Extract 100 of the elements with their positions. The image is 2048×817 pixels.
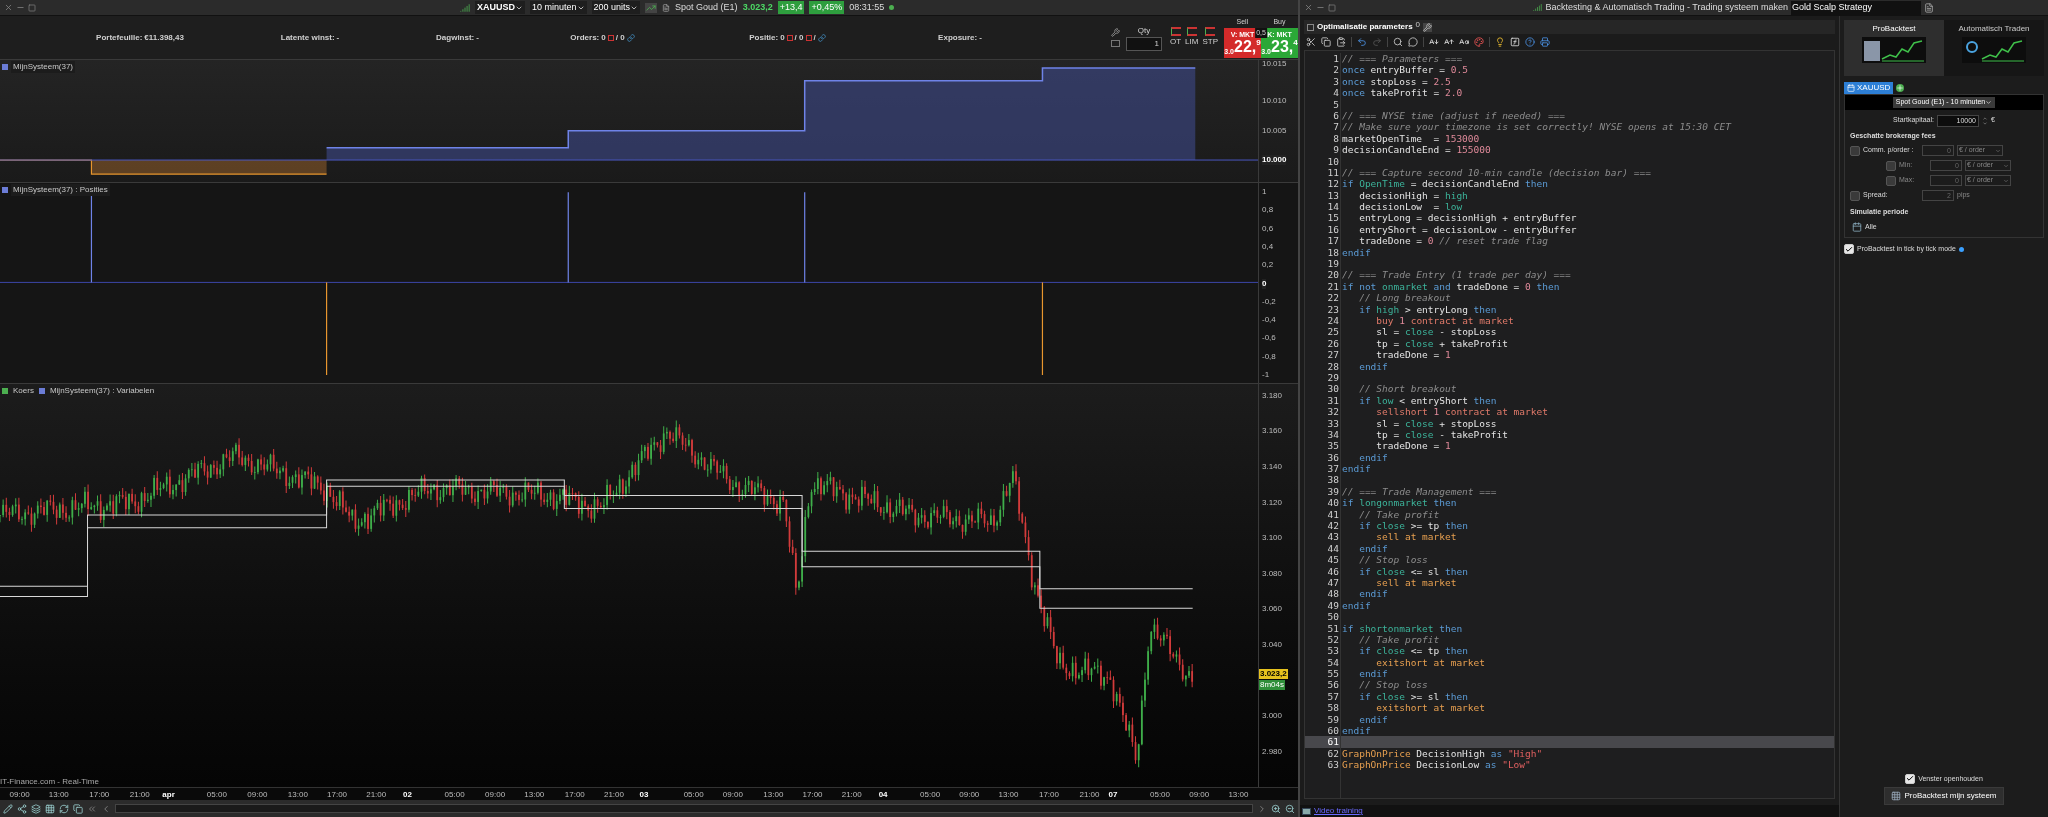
grid-icon[interactable] [45, 803, 55, 814]
caret-icon [1985, 98, 1993, 106]
speech-bubble-icon[interactable] [1408, 37, 1418, 47]
system-name-field[interactable]: Gold Scalp Strategy [1791, 0, 1921, 15]
account-label: Dagwinst: [436, 31, 475, 44]
line-number: 60 [1326, 725, 1340, 737]
countdown-tag: 8m04s [1259, 680, 1285, 691]
wrench-icon[interactable] [1111, 28, 1120, 37]
order-type-icon[interactable] [1186, 27, 1197, 36]
order-square-icon[interactable] [607, 34, 614, 41]
wrench-icon[interactable] [1423, 22, 1433, 32]
line-number: 23 [1326, 303, 1340, 315]
order-type-button[interactable]: LIM [1185, 36, 1199, 48]
document-icon[interactable] [662, 3, 671, 12]
lightbulb-icon[interactable] [1495, 37, 1505, 47]
line-number: 49 [1326, 599, 1340, 612]
close-icon[interactable] [4, 3, 13, 12]
color-wheel-icon[interactable] [1474, 37, 1484, 47]
code-line: tradeDone = 1 [1375, 440, 1452, 452]
video-training-link[interactable]: Video training [1314, 805, 1363, 817]
line-number: 4 [1332, 87, 1340, 99]
qty-field[interactable]: 1 [1126, 36, 1162, 51]
scissors-icon[interactable] [1306, 37, 1316, 47]
spinner-icon[interactable] [1981, 115, 1988, 126]
indicator-color-icon [38, 388, 45, 394]
undo-icon[interactable] [1357, 37, 1367, 47]
paste-icon[interactable] [1336, 37, 1346, 47]
code-line: // Stop loss [1358, 554, 1429, 566]
scroll-left-icon[interactable] [101, 803, 111, 814]
panel-label[interactable]: MijnSysteem(37) : Posities [11, 184, 110, 196]
axis-label: -1 [1262, 370, 1270, 380]
copy-icon[interactable] [73, 803, 83, 814]
collapse-icon[interactable] [1307, 23, 1314, 31]
zoom-in-icon[interactable] [1271, 803, 1281, 814]
chart-type-icon[interactable] [645, 2, 658, 13]
zoom-out-icon[interactable] [1285, 803, 1295, 814]
pencil-icon[interactable] [3, 803, 13, 814]
order-square-icon[interactable] [786, 34, 793, 41]
axis-label: 0,4 [1262, 242, 1274, 253]
timeframe-selector[interactable]: 10 minuten [530, 0, 587, 15]
units-selector[interactable]: 200 units [591, 0, 641, 15]
line-number: 40 [1326, 497, 1340, 509]
function-icon[interactable] [1510, 37, 1520, 47]
close-icon[interactable] [1304, 3, 1313, 12]
line-number: 29 [1326, 371, 1340, 384]
order-type-button[interactable]: OT [1170, 36, 1182, 48]
instrument-selector[interactable]: XAUUSD [475, 0, 525, 15]
font-smaller-icon[interactable] [1429, 37, 1439, 47]
copy-icon[interactable] [1321, 37, 1331, 47]
panel-tab[interactable]: ProBacktest [1844, 20, 1944, 76]
panel-toggle-icon[interactable] [1111, 40, 1120, 47]
chart-scrollbar[interactable] [115, 804, 1253, 813]
order-type-icon[interactable] [1170, 27, 1181, 36]
line-number: 16 [1326, 223, 1340, 236]
axis-label: 0,8 [1262, 205, 1274, 216]
line-number: 5 [1332, 98, 1340, 110]
panel-label[interactable]: MijnSysteem(37) [11, 61, 75, 73]
case-icon[interactable] [1459, 37, 1469, 47]
data-source-label: IT-Finance.com - Real-Time [0, 777, 99, 787]
axis-label: 3.000 [1262, 711, 1283, 722]
code-line: sell at market [1375, 531, 1458, 543]
link-icon[interactable] [817, 33, 826, 42]
panel-tab[interactable]: Automatisch Traden [1944, 20, 2044, 76]
code-line: decisionHigh = high [1358, 189, 1469, 202]
current-price-tag: 3.023,2 [1259, 669, 1288, 680]
signal-icon[interactable] [460, 2, 470, 13]
line-number: 41 [1326, 508, 1340, 520]
account-label: Latente winst: [280, 31, 335, 44]
checkbox[interactable] [1886, 160, 1896, 171]
help-icon[interactable] [1525, 37, 1535, 47]
share-icon[interactable] [17, 803, 27, 814]
checkbox[interactable] [1886, 175, 1896, 186]
link-icon[interactable] [626, 33, 635, 42]
order-type-button[interactable]: STP [1202, 36, 1218, 48]
maximize-icon[interactable] [1328, 3, 1336, 12]
code-line: once takeProfit = 2.0 [1341, 87, 1464, 99]
line-number: 61 [1305, 736, 1340, 748]
time-axis-label: 13:00 [763, 789, 784, 801]
scroll-start-icon[interactable] [87, 803, 97, 814]
line-number: 28 [1326, 360, 1340, 372]
add-icon[interactable] [1896, 84, 1905, 92]
line-number: 32 [1326, 406, 1340, 418]
search-icon[interactable] [1393, 37, 1403, 47]
code-line: GraphOnPrice DecisionHigh as "High" [1341, 747, 1544, 760]
printer-icon[interactable] [1540, 37, 1550, 47]
instrument-tab[interactable]: XAUUSD [1844, 82, 1894, 94]
order-type-icon[interactable] [1205, 27, 1216, 36]
order-square-icon[interactable] [805, 34, 812, 41]
checkbox[interactable] [1850, 190, 1860, 201]
refresh-icon[interactable] [59, 803, 69, 814]
panel-label[interactable]: MijnSysteem(37) : Variabelen [47, 385, 157, 397]
font-larger-icon[interactable] [1444, 37, 1454, 47]
account-label: Exposure: [938, 31, 978, 44]
section-title[interactable]: Optimalisatie parameters [1317, 21, 1413, 33]
run-backtest-button[interactable]: ProBacktest mijn systeem [1884, 787, 2004, 805]
maximize-icon[interactable] [28, 3, 36, 12]
document-icon[interactable] [1924, 2, 1934, 13]
indicator-color-icon [2, 187, 8, 193]
layers-icon[interactable] [31, 803, 41, 814]
checkbox[interactable] [1850, 145, 1860, 156]
